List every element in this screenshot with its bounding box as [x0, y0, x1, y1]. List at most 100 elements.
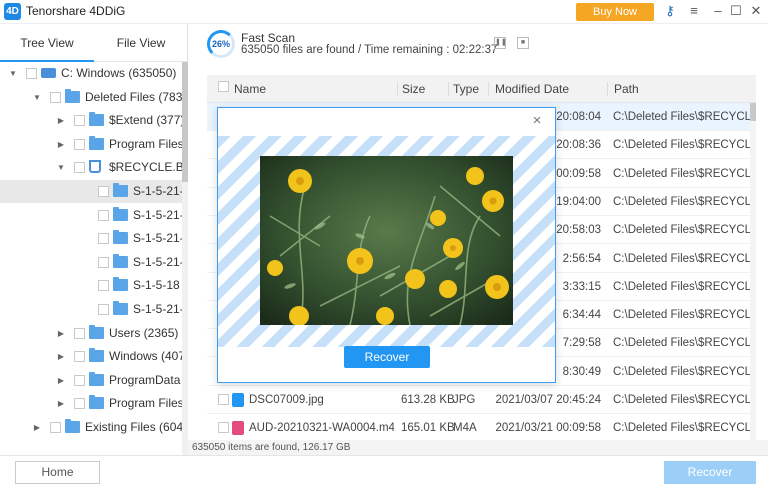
column-size[interactable]: Size — [402, 75, 425, 103]
tree-checkbox[interactable] — [74, 398, 85, 410]
tree-item-sid[interactable]: S-1-5-21-2 — [0, 180, 182, 203]
file-path: C:\Deleted Files\$RECYCLE.B... — [613, 309, 753, 322]
stop-icon[interactable]: ■ — [517, 37, 529, 49]
table-row[interactable]: DSC07009.jpg 613.28 KB JPG 2021/03/07 20:45… — [207, 386, 756, 414]
select-all-checkbox[interactable] — [218, 81, 229, 92]
tree-item-label: Deleted Files (7831) — [85, 89, 182, 104]
folder-tree: ▼ C: Windows (635050) ▼ Deleted Files (7831… — [0, 62, 182, 455]
expand-right-icon[interactable]: ▶ — [56, 345, 66, 368]
folder-icon — [89, 348, 104, 363]
preview-recover-button[interactable]: Recover — [344, 346, 430, 368]
audio-file-icon — [232, 421, 244, 436]
tree-checkbox[interactable] — [74, 374, 85, 386]
file-modified-date: 2021/03/07 20:45:24 — [495, 394, 601, 406]
column-divider — [448, 82, 449, 96]
preview-area — [218, 136, 555, 347]
close-icon[interactable]: ✕ — [748, 3, 764, 19]
tree-item-sid[interactable]: S-1-5-21-2 — [0, 251, 182, 274]
expand-down-icon[interactable]: ▼ — [32, 86, 42, 109]
maximize-icon[interactable]: ☐ — [728, 3, 744, 19]
list-scrollbar[interactable] — [750, 103, 756, 440]
folder-icon — [113, 183, 128, 197]
expand-down-icon[interactable]: ▼ — [56, 156, 66, 179]
tree-item-sid[interactable]: S-1-5-18 (1 — [0, 274, 182, 297]
tree-checkbox[interactable] — [50, 422, 61, 433]
tree-item-recycle-bin[interactable]: ▼ $RECYCLE.BIN (2 — [0, 156, 182, 179]
tree-checkbox[interactable] — [50, 91, 61, 103]
folder-icon — [89, 371, 104, 386]
drive-icon — [41, 68, 56, 78]
column-path[interactable]: Path — [614, 75, 639, 103]
expand-down-icon[interactable]: ▼ — [8, 62, 18, 85]
preview-image — [260, 156, 513, 325]
file-list-header: Name Size Type Modified Date Path — [207, 75, 756, 103]
file-path: C:\Deleted Files\$RECYCLE.B... — [613, 224, 753, 237]
tree-scrollbar-thumb[interactable] — [182, 62, 188, 182]
tab-file-view[interactable]: File View — [94, 24, 187, 62]
tree-item-extend[interactable]: ▶ $Extend (377) — [0, 109, 182, 132]
close-icon[interactable]: × — [529, 113, 545, 129]
tab-tree-view[interactable]: Tree View — [0, 24, 94, 62]
folder-icon — [113, 230, 128, 245]
list-scrollbar-thumb[interactable] — [750, 103, 756, 121]
image-file-icon — [232, 393, 244, 407]
folder-icon — [89, 395, 104, 410]
status-bar: 635050 items are found, 126.17 GB — [188, 440, 768, 455]
file-path: C:\Deleted Files\$RECYCLE.B... — [613, 167, 753, 180]
tree-checkbox[interactable] — [98, 209, 109, 221]
folder-icon — [65, 88, 80, 103]
tree-item-deleted-files[interactable]: ▼ Deleted Files (7831) — [0, 86, 182, 109]
tree-item-windows[interactable]: ▶ Windows (4072) — [0, 345, 182, 368]
menu-icon[interactable]: ≡ — [686, 3, 702, 19]
tree-checkbox[interactable] — [26, 68, 37, 79]
expand-right-icon[interactable]: ▶ — [56, 322, 66, 345]
tree-checkbox[interactable] — [98, 280, 109, 292]
buy-now-button[interactable]: Buy Now — [576, 3, 654, 21]
tree-checkbox[interactable] — [98, 233, 109, 245]
tree-checkbox[interactable] — [74, 327, 85, 339]
tree-item-label: S-1-5-21-1 — [133, 231, 182, 246]
pause-icon[interactable]: ❚❚ — [494, 37, 507, 49]
row-checkbox[interactable] — [218, 422, 229, 434]
recover-button[interactable]: Recover — [664, 461, 756, 484]
tree-checkbox[interactable] — [98, 304, 109, 315]
tree-checkbox[interactable] — [98, 186, 109, 197]
tree-item-drive[interactable]: ▼ C: Windows (635050) — [0, 62, 182, 85]
key-icon[interactable]: ⚷ — [662, 3, 678, 19]
tree-item-program-files-x86[interactable]: ▶ Program Files (x — [0, 133, 182, 156]
file-type: M4A — [453, 422, 477, 435]
scan-progress-ring: 26% — [207, 30, 235, 58]
file-path: C:\Deleted Files\$RECYCLE.B... — [613, 280, 753, 293]
expand-right-icon[interactable]: ▶ — [56, 369, 66, 392]
folder-icon — [113, 277, 128, 292]
tree-checkbox[interactable] — [74, 115, 85, 127]
tree-checkbox[interactable] — [74, 138, 85, 150]
app-window: { "app": {"title": "Tenorshare 4DDiG", "… — [0, 0, 768, 488]
expand-right-icon[interactable]: ▶ — [56, 392, 66, 415]
column-type[interactable]: Type — [453, 75, 479, 103]
minimize-icon[interactable]: – — [710, 3, 726, 19]
row-checkbox[interactable] — [218, 394, 229, 405]
column-divider — [607, 82, 608, 96]
column-modified-date[interactable]: Modified Date — [495, 75, 569, 103]
tree-checkbox[interactable] — [74, 162, 85, 174]
tree-item-sid[interactable]: S-1-5-21-2 — [0, 204, 182, 227]
column-name[interactable]: Name — [234, 75, 266, 103]
tree-checkbox[interactable] — [74, 351, 85, 363]
expand-right-icon[interactable]: ▶ — [56, 109, 66, 132]
tree-item-users[interactable]: ▶ Users (2365) — [0, 322, 182, 345]
table-row[interactable]: AUD-20210321-WA0004.m4a 165.01 KB M4A 2021/… — [207, 414, 756, 440]
tree-item-sid[interactable]: S-1-5-21-1 — [0, 298, 182, 321]
tree-item-sid[interactable]: S-1-5-21-1 — [0, 227, 182, 250]
tree-item-existing-files[interactable]: ▶ Existing Files (604873 — [0, 416, 182, 439]
tree-item-programdata[interactable]: ▶ ProgramData (3 — [0, 369, 182, 392]
home-button[interactable]: Home — [15, 461, 100, 484]
tree-item-label: Windows (4072) — [109, 349, 182, 364]
file-name: DSC07009.jpg — [249, 394, 324, 406]
tree-checkbox[interactable] — [98, 256, 109, 268]
expand-right-icon[interactable]: ▶ — [32, 416, 42, 439]
tree-item-label: $RECYCLE.BIN (2 — [109, 160, 182, 175]
tree-item-label: Users (2365) — [109, 325, 179, 340]
tree-item-program-files[interactable]: ▶ Program Files (1 — [0, 392, 182, 415]
expand-right-icon[interactable]: ▶ — [56, 133, 66, 156]
